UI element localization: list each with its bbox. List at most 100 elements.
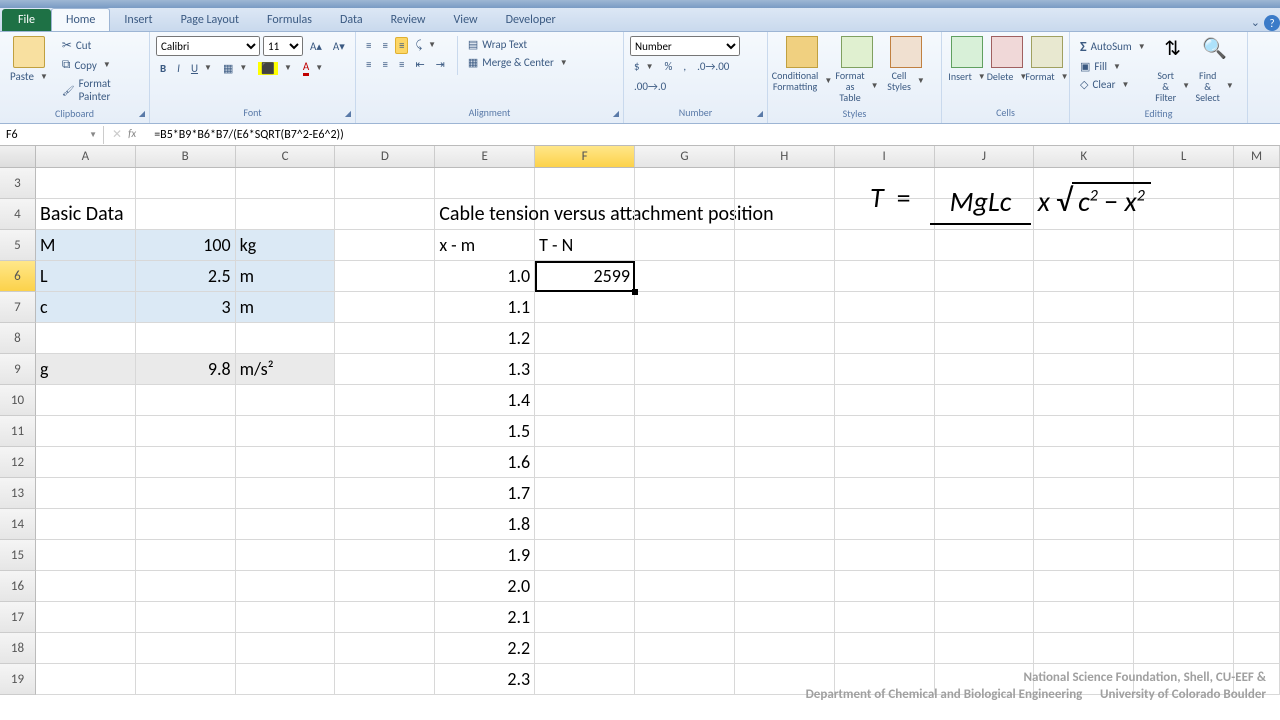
cell-K11[interactable] <box>1034 416 1134 447</box>
cell-E19[interactable]: 2.3 <box>435 664 535 695</box>
cell-A4[interactable]: Basic Data <box>36 199 136 230</box>
cell-C16[interactable] <box>236 571 336 602</box>
tab-data[interactable]: Data <box>326 9 377 31</box>
cell-H18[interactable] <box>735 633 835 664</box>
tab-file[interactable]: File <box>2 9 51 31</box>
tab-review[interactable]: Review <box>377 9 440 31</box>
cell-B15[interactable] <box>136 540 236 571</box>
cell-F15[interactable] <box>535 540 635 571</box>
cell-L12[interactable] <box>1134 447 1234 478</box>
cell-E4[interactable]: Cable tension versus attachment position <box>435 199 535 230</box>
dialog-launcher-icon[interactable]: ◢ <box>139 109 145 119</box>
cell-A3[interactable] <box>36 168 136 199</box>
fill-handle[interactable] <box>632 289 638 295</box>
cell-E3[interactable] <box>435 168 535 199</box>
cell-E17[interactable]: 2.1 <box>435 602 535 633</box>
cell-I15[interactable] <box>835 540 935 571</box>
cell-styles-icon[interactable] <box>890 36 922 68</box>
cell-M3[interactable] <box>1234 168 1280 199</box>
cell-F9[interactable] <box>535 354 635 385</box>
tab-page-layout[interactable]: Page Layout <box>167 9 253 31</box>
insert-icon[interactable] <box>951 36 983 68</box>
align-center-icon[interactable]: ≡ <box>378 56 391 73</box>
row-header-13[interactable]: 13 <box>0 478 36 509</box>
cell-G15[interactable] <box>635 540 735 571</box>
cell-C13[interactable] <box>236 478 336 509</box>
name-box[interactable]: F6▼ <box>0 126 104 144</box>
find-select-button[interactable]: Find & Select▼ <box>1191 68 1237 105</box>
cell-F6[interactable]: 2599 <box>535 261 635 292</box>
cell-D12[interactable] <box>335 447 435 478</box>
cell-K14[interactable] <box>1034 509 1134 540</box>
merge-center-button[interactable]: ▦ Merge & Center▼ <box>464 54 572 71</box>
cell-D16[interactable] <box>335 571 435 602</box>
row-header-16[interactable]: 16 <box>0 571 36 602</box>
tab-view[interactable]: View <box>440 9 492 31</box>
cell-B19[interactable] <box>136 664 236 695</box>
cell-B13[interactable] <box>136 478 236 509</box>
cell-M6[interactable] <box>1234 261 1280 292</box>
cell-K13[interactable] <box>1034 478 1134 509</box>
decrease-font-icon[interactable]: A▾ <box>329 38 349 55</box>
cell-G16[interactable] <box>635 571 735 602</box>
cell-G9[interactable] <box>635 354 735 385</box>
cell-C14[interactable] <box>236 509 336 540</box>
cell-M18[interactable] <box>1234 633 1280 664</box>
cell-B6[interactable]: 2.5 <box>136 261 236 292</box>
cell-H5[interactable] <box>735 230 835 261</box>
cell-G19[interactable] <box>635 664 735 695</box>
row-header-17[interactable]: 17 <box>0 602 36 633</box>
cell-C3[interactable] <box>236 168 336 199</box>
cell-E11[interactable]: 1.5 <box>435 416 535 447</box>
cell-M15[interactable] <box>1234 540 1280 571</box>
cell-A6[interactable]: L <box>36 261 136 292</box>
cell-L11[interactable] <box>1134 416 1234 447</box>
cell-J9[interactable] <box>935 354 1035 385</box>
cell-J13[interactable] <box>935 478 1035 509</box>
minimize-ribbon-icon[interactable]: ⌄ <box>1247 14 1264 31</box>
cell-C17[interactable] <box>236 602 336 633</box>
cell-F10[interactable] <box>535 385 635 416</box>
cell-E9[interactable]: 1.3 <box>435 354 535 385</box>
cell-B12[interactable] <box>136 447 236 478</box>
cell-E18[interactable]: 2.2 <box>435 633 535 664</box>
cell-A18[interactable] <box>36 633 136 664</box>
font-color-button[interactable]: A▼ <box>299 58 327 78</box>
cell-B11[interactable] <box>136 416 236 447</box>
row-header-10[interactable]: 10 <box>0 385 36 416</box>
dialog-launcher-icon[interactable]: ◢ <box>613 109 619 119</box>
cell-F12[interactable] <box>535 447 635 478</box>
format-painter-button[interactable]: Format Painter <box>58 75 143 105</box>
row-header-12[interactable]: 12 <box>0 447 36 478</box>
cell-E7[interactable]: 1.1 <box>435 292 535 323</box>
cell-I7[interactable] <box>835 292 935 323</box>
cell-J16[interactable] <box>935 571 1035 602</box>
cell-M13[interactable] <box>1234 478 1280 509</box>
cell-D18[interactable] <box>335 633 435 664</box>
conditional-formatting-button[interactable]: Conditional Formatting▼ <box>768 68 837 94</box>
row-header-14[interactable]: 14 <box>0 509 36 540</box>
cell-G17[interactable] <box>635 602 735 633</box>
cell-K6[interactable] <box>1034 261 1134 292</box>
cell-J8[interactable] <box>935 323 1035 354</box>
cell-B10[interactable] <box>136 385 236 416</box>
cell-F4[interactable] <box>535 199 635 230</box>
cell-B8[interactable] <box>136 323 236 354</box>
cell-G7[interactable] <box>635 292 735 323</box>
sort-filter-button[interactable]: Sort & Filter▼ <box>1151 68 1194 105</box>
cell-E15[interactable]: 1.9 <box>435 540 535 571</box>
col-header-M[interactable]: M <box>1234 146 1280 167</box>
cell-J7[interactable] <box>935 292 1035 323</box>
cell-D4[interactable] <box>335 199 435 230</box>
font-name-select[interactable]: Calibri <box>156 36 260 56</box>
cell-H17[interactable] <box>735 602 835 633</box>
cut-button[interactable]: Cut <box>58 36 143 55</box>
cell-F14[interactable] <box>535 509 635 540</box>
cell-M16[interactable] <box>1234 571 1280 602</box>
col-header-G[interactable]: G <box>635 146 735 167</box>
cell-J12[interactable] <box>935 447 1035 478</box>
cell-J11[interactable] <box>935 416 1035 447</box>
cell-F17[interactable] <box>535 602 635 633</box>
cell-K9[interactable] <box>1034 354 1134 385</box>
align-right-icon[interactable]: ≡ <box>395 56 408 73</box>
